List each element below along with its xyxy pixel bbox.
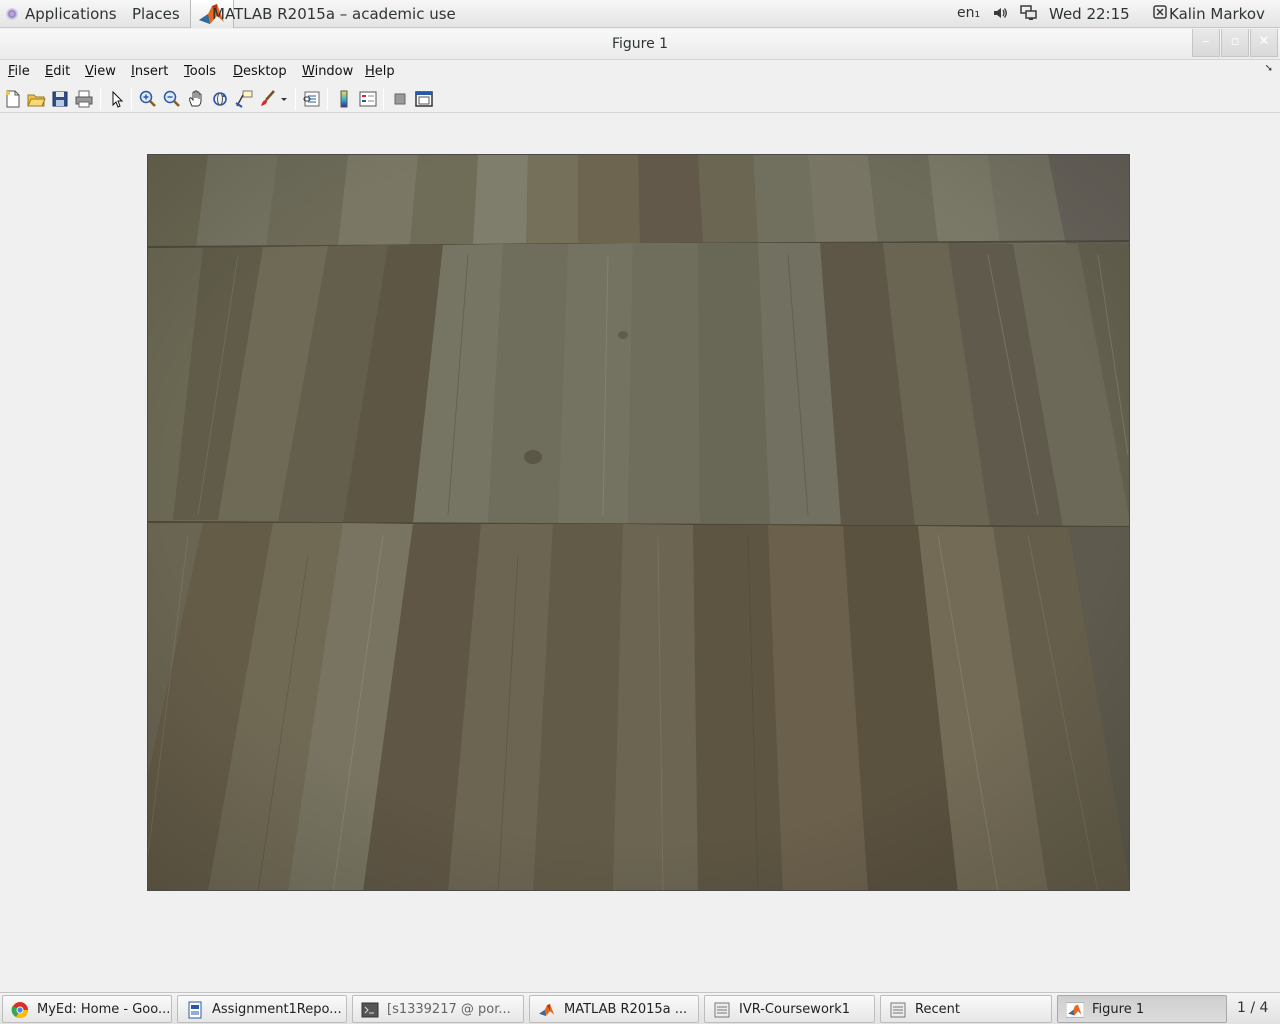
brush-dropdown-icon[interactable] [279,89,289,109]
volume-icon[interactable] [992,5,1008,25]
task-terminal[interactable]: [s1339217 @ por... [352,995,524,1023]
minimize-button[interactable]: – [1192,29,1220,57]
matlab-icon [539,1004,555,1016]
rotate-3d-icon[interactable] [210,89,230,109]
file-manager-icon [890,1002,906,1018]
top-panel: Applications Places MATLAB R2015a – acad… [0,0,1280,28]
menu-mnemonic: W [302,64,315,79]
wood-floor-image [148,155,1129,890]
active-window-title: MATLAB R2015a – academic use [212,5,456,23]
figure-toolbar [0,85,1280,113]
open-file-icon[interactable] [26,89,46,109]
zoom-out-icon[interactable] [162,89,182,109]
terminal-icon [361,1002,379,1018]
task-recent[interactable]: Recent [880,995,1052,1023]
close-button[interactable]: ✕ [1250,29,1278,57]
menu-label-rest: ools [189,64,217,79]
toolbar-separator [131,88,132,110]
menu-label-rest: indow [314,64,354,79]
show-plot-tools-icon[interactable] [414,89,434,109]
menu-desktop[interactable]: Desktop [233,64,287,79]
task-figure-1[interactable]: Figure 1 [1057,995,1227,1023]
menu-file[interactable]: File [8,64,30,79]
menu-mnemonic: D [233,64,244,79]
insert-colorbar-icon[interactable] [334,89,354,109]
network-icon[interactable] [1020,5,1038,25]
menu-view[interactable]: View [85,64,116,79]
menu-insert[interactable]: Insert [131,64,168,79]
applications-menu[interactable]: Applications [6,5,117,23]
maximize-button[interactable]: ▫ [1221,29,1249,57]
hide-plot-tools-icon[interactable] [390,89,410,109]
window-titlebar[interactable]: Figure 1 – ▫ ✕ [0,29,1280,60]
zoom-in-icon[interactable] [138,89,158,109]
task-label: Figure 1 [1092,1002,1145,1017]
task-label: IVR-Coursework1 [739,1002,851,1017]
matlab-icon [1066,1002,1084,1018]
menu-edit[interactable]: Edit [45,64,70,79]
task-document[interactable]: Assignment1Repo... [177,995,347,1023]
figure-canvas[interactable] [0,114,1280,992]
task-file-manager[interactable]: IVR-Coursework1 [704,995,875,1023]
task-label: [s1339217 @ por... [387,1002,511,1017]
document-icon [188,1001,202,1019]
gnome-foot-icon [6,8,18,20]
chrome-icon [11,1002,29,1019]
places-menu[interactable]: Places [132,5,180,23]
clock[interactable]: Wed 22:15 [1049,5,1130,23]
task-label: MATLAB R2015a ... [564,1002,688,1017]
applications-label: Applications [25,5,117,23]
dock-arrow-icon[interactable]: ➘ [1265,63,1273,74]
menu-mnemonic: E [45,64,54,79]
menu-mnemonic: H [365,64,375,79]
toolbar-separator [383,88,384,110]
edit-plot-icon[interactable] [107,89,127,109]
menu-label-rest: esktop [243,64,287,79]
image-axes[interactable] [147,154,1130,891]
brush-icon[interactable] [258,89,278,109]
menu-label-rest: ile [14,64,30,79]
print-figure-icon[interactable] [74,89,94,109]
window-title: Figure 1 [611,36,669,52]
data-cursor-icon[interactable] [234,89,254,109]
menu-label-rest: elp [374,64,395,79]
menu-bar: File Edit View Insert Tools Desktop Wind… [0,61,1280,83]
link-plot-icon[interactable] [302,89,322,109]
task-matlab[interactable]: MATLAB R2015a ... [529,995,699,1023]
task-label: Assignment1Repo... [212,1002,342,1017]
toolbar-separator [100,88,101,110]
menu-help[interactable]: Help [365,64,395,79]
task-chrome[interactable]: MyEd: Home - Goo... [2,995,172,1023]
menu-mnemonic: V [85,64,94,79]
menu-label-rest: nsert [134,64,169,79]
menu-tools[interactable]: Tools [184,64,216,79]
menu-label-rest: dit [53,64,71,79]
bottom-taskbar: MyEd: Home - Goo... Assignment1Repo... [… [0,992,1280,1024]
user-menu[interactable]: Kalin Markov [1169,5,1265,23]
task-label: MyEd: Home - Goo... [37,1002,171,1017]
task-label: Recent [915,1002,960,1017]
save-figure-icon[interactable] [50,89,70,109]
toolbar-separator [295,88,296,110]
workspace-pager[interactable]: 1 / 4 [1237,1000,1268,1016]
menu-window[interactable]: Window [302,64,353,79]
insert-legend-icon[interactable] [358,89,378,109]
keyboard-layout-indicator[interactable]: en₁ [957,5,980,21]
menu-label-rest: iew [93,64,116,79]
pan-icon[interactable] [186,89,206,109]
toolbar-separator [327,88,328,110]
file-manager-icon [714,1002,730,1018]
user-status-icon [1153,5,1167,23]
new-figure-icon[interactable] [3,89,23,109]
